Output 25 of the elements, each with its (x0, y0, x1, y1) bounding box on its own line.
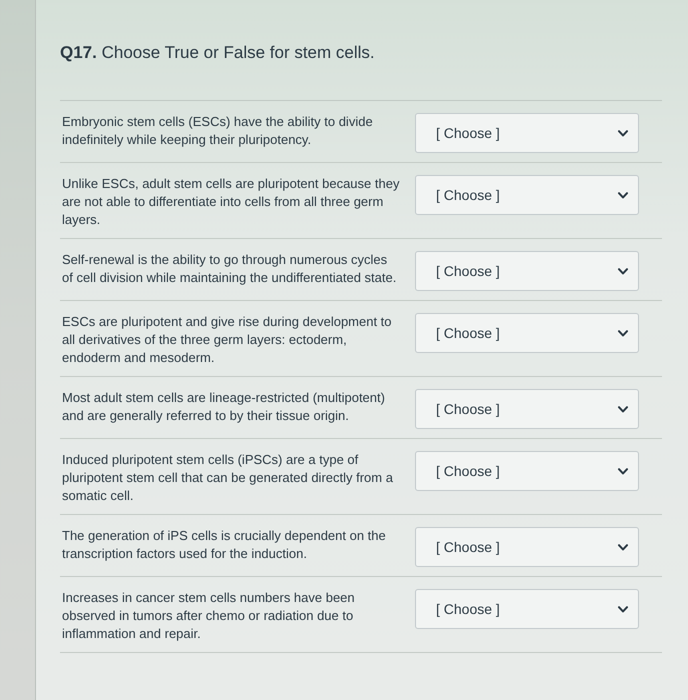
caret-icon (618, 544, 628, 550)
answer-dropdown[interactable]: [ Choose ] (415, 175, 639, 215)
statement-text: Embryonic stem cells (ESCs) have the ability to divide indefinitely while keeping their pluripotency. (62, 113, 374, 149)
answer-dropdown[interactable]: [ Choose ] (415, 313, 639, 353)
statement-text: Unlike ESCs, adult stem cells are pluripotent because they are not able to differentiate into cells from all three germ layers. (62, 175, 400, 229)
answer-dropdown[interactable]: [ Choose ] (415, 527, 639, 567)
answer-dropdown[interactable]: [ Choose ] (415, 451, 639, 491)
caret-icon (618, 192, 628, 198)
caret-icon (618, 468, 628, 474)
statement-text: Increases in cancer stem cells numbers have been observed in tumors after chemo or radiation due to inflammation and repair. (62, 589, 356, 643)
answer-dropdown[interactable]: [ Choose ] (415, 389, 639, 429)
answer-dropdown[interactable]: [ Choose ] (415, 251, 639, 291)
statement-text: Most adult stem cells are lineage-restricted (multipotent) and are generally referred to by their tissue origin. (62, 389, 386, 425)
answer-dropdown[interactable]: [ Choose ] (415, 113, 639, 153)
statement-text: Induced pluripotent stem cells (iPSCs) are a type of pluripotent stem cell that can be generated directly from a somatic cell. (62, 451, 394, 505)
statement-text: The generation of iPS cells is crucially dependent on the transcription factors used for the induction. (62, 527, 387, 563)
caret-icon (618, 406, 628, 412)
caret-icon (618, 606, 628, 612)
caret-icon (618, 268, 628, 274)
caret-icon (618, 130, 628, 136)
statement-text: Self-renewal is the ability to go through numerous cycles of cell division while maintaining the undifferentiated state. (62, 251, 398, 287)
statement-text: ESCs are pluripotent and give rise during development to all derivatives of the three germ layers: ectoderm, endoderm and mesoderm. (62, 313, 393, 367)
caret-icon (618, 330, 628, 336)
question-title: Q17. Choose True or False for stem cells. (60, 42, 376, 64)
answer-dropdown[interactable]: [ Choose ] (415, 589, 639, 629)
